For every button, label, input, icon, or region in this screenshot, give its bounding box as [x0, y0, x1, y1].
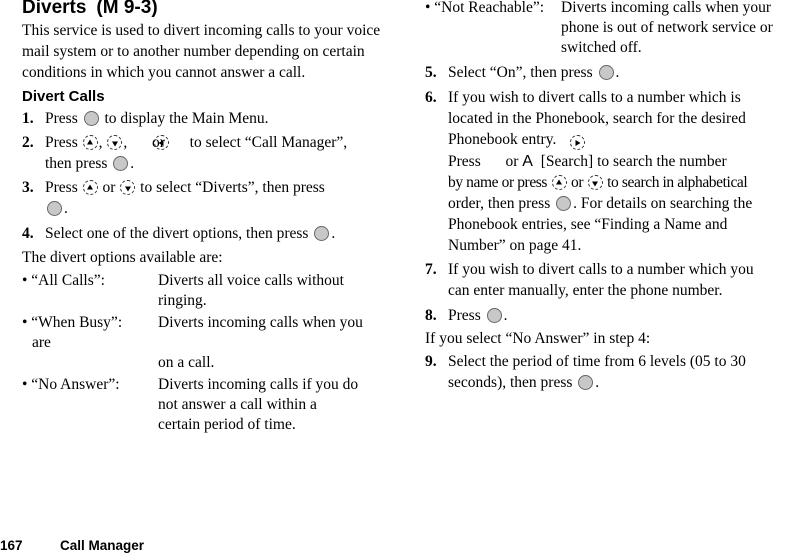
nav-up-icon	[551, 175, 567, 190]
soft-key-a: A	[522, 153, 533, 170]
select-key-icon	[83, 111, 99, 126]
nav-down-icon	[120, 180, 136, 195]
select-key-icon	[47, 201, 62, 216]
select-key-icon	[314, 226, 330, 241]
nav-right-icon	[569, 135, 585, 150]
select-key-icon	[598, 65, 614, 80]
select-key-icon	[486, 308, 502, 323]
nav-up-icon	[82, 135, 98, 150]
select-key-icon	[578, 375, 594, 390]
intro-paragraph: This service is used to divert incoming …	[22, 22, 381, 81]
nav-down-icon	[587, 175, 603, 190]
page-number: 167	[0, 538, 23, 553]
nav-up-icon	[82, 180, 98, 195]
nav-left-icon	[154, 135, 170, 150]
nav-down-icon	[107, 135, 123, 150]
select-key-icon	[556, 196, 572, 211]
page-title: Diverts (M 9-3)	[22, 0, 158, 18]
options-intro: The divert options available are:	[22, 249, 223, 266]
section-name: Call Manager	[60, 538, 145, 553]
section-heading: Divert Calls	[22, 88, 105, 105]
no-answer-note: If you select “No Answer” in step 4:	[425, 330, 651, 347]
menu-reference: (M 9-3)	[96, 0, 158, 18]
select-key-icon	[113, 156, 129, 171]
